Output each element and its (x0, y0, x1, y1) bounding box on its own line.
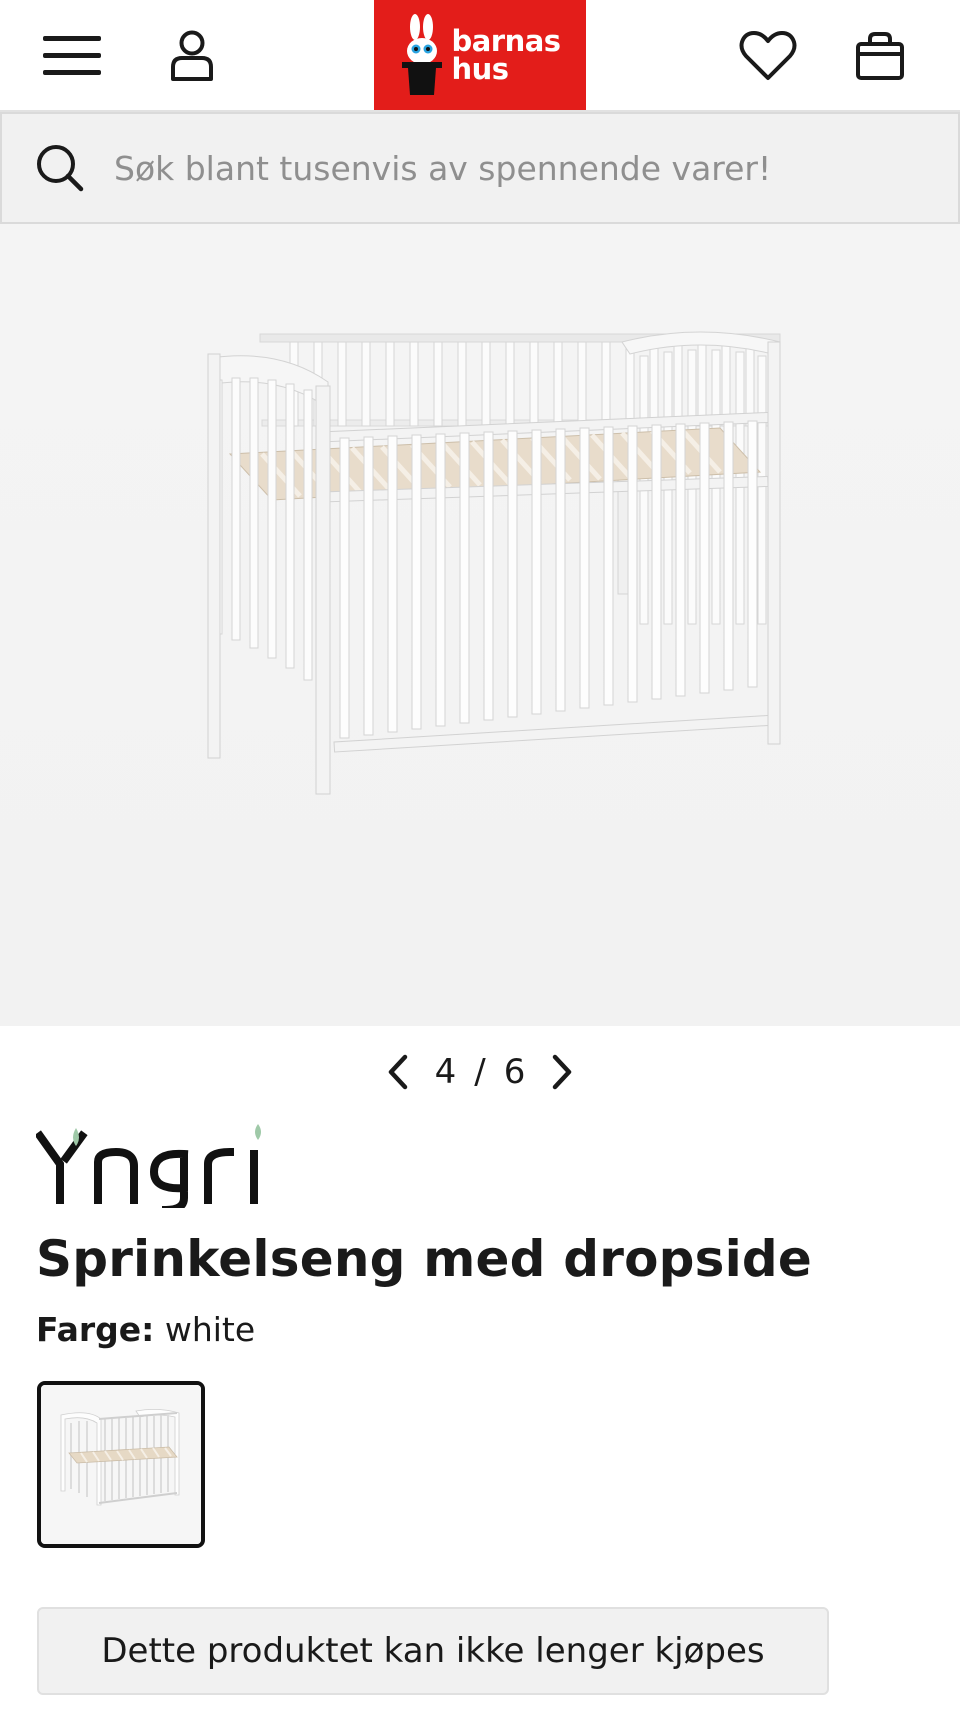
brand-logo-yngri[interactable] (34, 1118, 296, 1215)
crib-image (0, 224, 960, 1026)
gallery-pager: 4 / 6 (380, 1046, 580, 1098)
gallery-current-index: 4 (434, 1052, 457, 1092)
crib-thumbnail (41, 1385, 201, 1544)
user-icon[interactable] (154, 18, 230, 94)
product-title: Sprinkelseng med dropside (36, 1230, 813, 1288)
heart-icon[interactable] (730, 18, 806, 94)
rabbit-in-hat-icon (402, 14, 443, 95)
product-unavailable-notice: Dette produktet kan ikke lenger kjøpes (37, 1607, 829, 1695)
search-input[interactable] (114, 148, 914, 188)
chevron-left-icon[interactable] (380, 1048, 417, 1096)
color-label: Farge: (36, 1310, 155, 1349)
color-selector-label: Farge: white (36, 1310, 255, 1349)
shopping-bag-icon[interactable] (842, 18, 918, 94)
barnas-hus-logo[interactable]: barnas hus (374, 0, 586, 110)
yngri-wordmark (34, 1124, 261, 1215)
gallery-total-count: 6 (503, 1052, 526, 1092)
search-bar (0, 112, 960, 224)
search-icon[interactable] (30, 138, 90, 198)
color-swatch-white[interactable] (37, 1381, 205, 1548)
logo-text-line1: barnas (451, 24, 561, 58)
product-image[interactable] (0, 224, 960, 1026)
chevron-right-icon[interactable] (543, 1048, 580, 1096)
gallery-separator: / (474, 1052, 486, 1092)
site-header: barnas hus (0, 0, 960, 112)
hamburger-menu-icon[interactable] (34, 18, 110, 94)
color-value: white (164, 1310, 256, 1349)
logo-text-line2: hus (451, 52, 509, 86)
